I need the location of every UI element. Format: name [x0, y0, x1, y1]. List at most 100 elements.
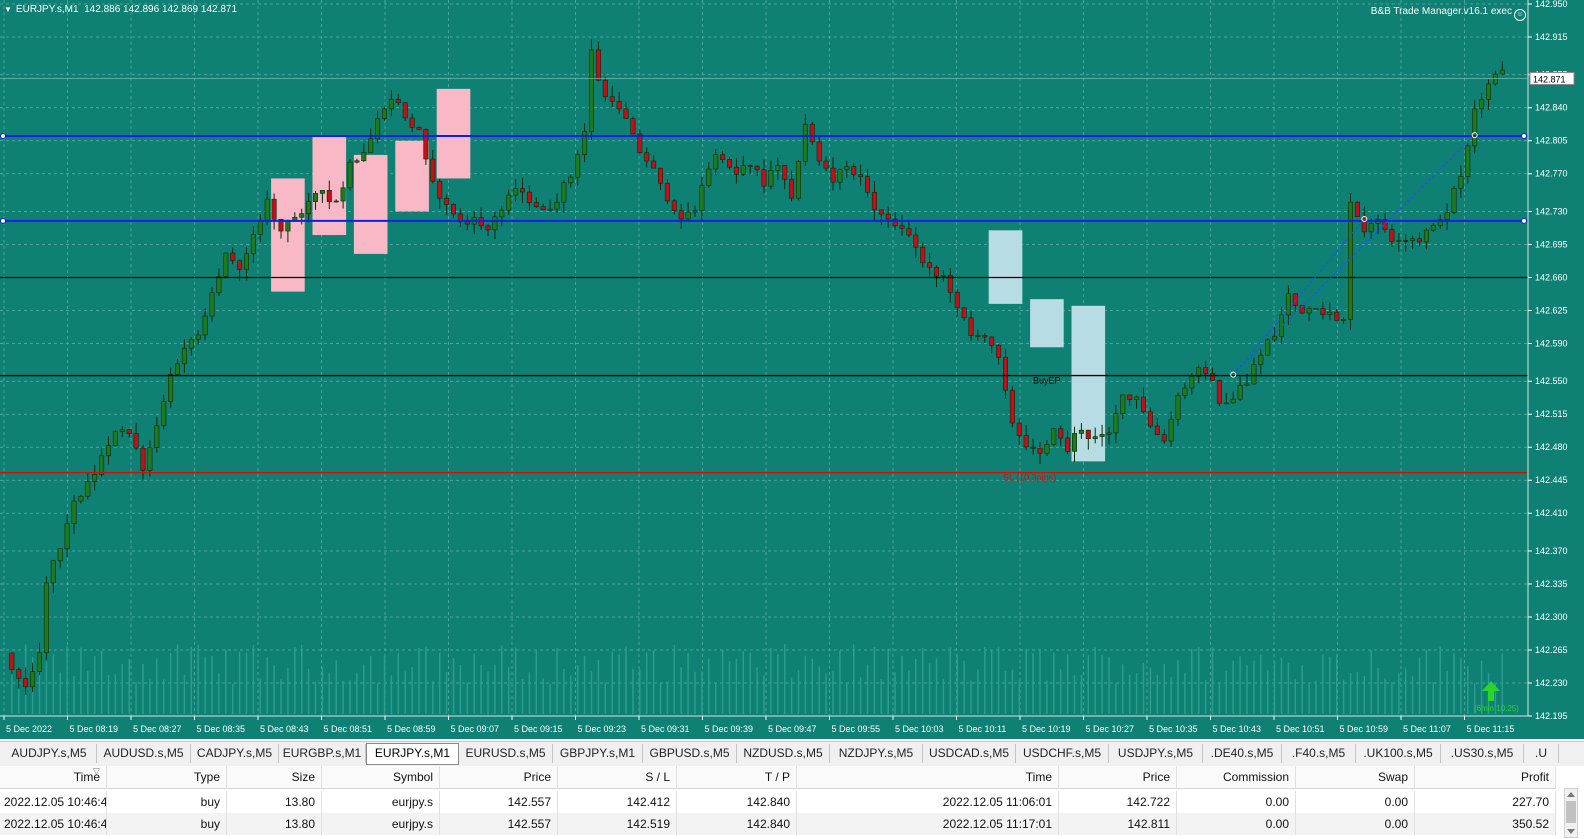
bear-candle [9, 652, 15, 675]
column-header[interactable]: Profit [1415, 766, 1556, 788]
bull-candle [57, 548, 63, 569]
table-row[interactable]: 2022.12.05 10:46:46 buy 13.80 eurjpy.s 142.5… [0, 791, 1556, 814]
scroll-down-icon[interactable] [1567, 829, 1575, 834]
bull-candle [1196, 365, 1202, 384]
bull-candle [1458, 165, 1464, 198]
bear-candle [809, 121, 815, 145]
expert-advisor-label[interactable]: B&B Trade Manager.v16.1 exec ☺ [1371, 6, 1526, 21]
bear-candle [450, 203, 456, 219]
column-header[interactable]: Price [1059, 766, 1177, 788]
chart-header: ▼ EURJPY.s,M1 142.886 142.896 142.869 142… [4, 4, 237, 15]
tab-eurgbp-s-m1[interactable]: EURGBP.s,M1 [279, 744, 366, 763]
bull-candle [361, 143, 367, 162]
column-header[interactable]: Type [107, 766, 227, 788]
tab-f40-s-m5[interactable]: .F40.s,M5 [1282, 744, 1356, 763]
bear-candle [885, 206, 891, 228]
bull-candle [1258, 349, 1264, 374]
bear-candle [23, 667, 29, 695]
tab-us30-s-m5[interactable]: .US30.s,M5 [1441, 744, 1524, 763]
bear-candle [1016, 418, 1022, 446]
scroll-up-icon[interactable] [1567, 792, 1575, 797]
tab-eurusd-s-m5[interactable]: EURUSD.s,M5 [459, 744, 553, 763]
column-header[interactable]: Symbol [322, 766, 440, 788]
bear-candle [402, 102, 408, 122]
bear-candle [437, 178, 443, 209]
time-tick-label: 5 Dec 10:51 [1276, 724, 1325, 734]
demand-zone [988, 230, 1023, 304]
bear-candle [1127, 394, 1133, 406]
tab-nzdjpy-s-m5[interactable]: NZDJPY.s,M5 [830, 744, 923, 763]
tab-usdjpy-s-m5[interactable]: USDJPY.s,M5 [1109, 744, 1203, 763]
current-price-label: 142.871 [1533, 75, 1566, 85]
tab-cadjpy-s-m5[interactable]: CADJPY.s,M5 [191, 744, 279, 763]
bull-candle [36, 642, 42, 676]
column-header[interactable]: Size [227, 766, 322, 788]
bear-candle [1030, 438, 1036, 455]
bear-candle [1141, 387, 1147, 414]
tab-audusd-s-m5[interactable]: AUDUSD.s,M5 [97, 744, 191, 763]
bull-candle [561, 180, 567, 214]
table-cell: 0.00 [1296, 813, 1415, 835]
chart-window[interactable]: 142.810142.720142.660142.556BuyEP142.453… [0, 0, 1584, 739]
bull-candle [692, 205, 698, 218]
tab-usdcad-s-m5[interactable]: USDCAD.s,M5 [923, 744, 1016, 763]
time-tick-label: 5 Dec 10:35 [1149, 724, 1198, 734]
tab-de40-s-m5[interactable]: .DE40.s,M5 [1203, 744, 1282, 763]
time-tick-label: 5 Dec 09:15 [514, 724, 563, 734]
sort-indicator-icon: ▽ [93, 766, 100, 776]
time-tick-label: 5 Dec 09:31 [641, 724, 690, 734]
expert-advisor-name: B&B Trade Manager.v16.1 exec [1370, 6, 1512, 17]
collapse-triangle-icon[interactable]: ▼ [4, 5, 12, 14]
table-cell: 2022.12.05 10:46:46 [0, 791, 107, 813]
tab-eurjpy-s-m1[interactable]: EURJPY.s,M1 [366, 743, 459, 765]
price-tick-label: 142.770 [1535, 169, 1568, 179]
column-header[interactable]: Price [440, 766, 558, 788]
table-scrollbar[interactable] [1564, 788, 1578, 838]
bull-candle [1134, 395, 1140, 409]
bear-candle [609, 85, 615, 108]
price-level-annotation: SL (10.3pips) [1003, 473, 1056, 483]
bear-candle [623, 102, 629, 119]
tab-u[interactable]: .U [1524, 744, 1559, 763]
bull-candle [175, 359, 181, 375]
price-tick-label: 142.480 [1535, 442, 1568, 452]
time-tick-label: 5 Dec 08:59 [387, 724, 436, 734]
bull-candle [940, 270, 946, 282]
tab-uk100-s-m5[interactable]: .UK100.s,M5 [1356, 744, 1441, 763]
column-header[interactable]: Swap [1296, 766, 1415, 788]
bull-candle [499, 205, 505, 227]
bear-candle [878, 209, 884, 225]
price-tick-label: 142.370 [1535, 546, 1568, 556]
bull-candle [1396, 232, 1402, 252]
column-header[interactable]: T / P [677, 766, 797, 788]
green-up-arrow-icon [1482, 681, 1500, 701]
table-cell: 142.840 [677, 813, 797, 835]
bear-candle [830, 157, 836, 191]
bull-candle [306, 192, 312, 223]
time-tick-label: 5 Dec 09:07 [451, 724, 500, 734]
time-tick-label: 5 Dec 10:11 [959, 724, 1007, 734]
table-row[interactable]: 2022.12.05 10:46:46 buy 13.80 eurjpy.s 142.5… [0, 813, 1556, 835]
table-cell: 2022.12.05 11:17:01 [797, 813, 1059, 835]
level-handle [0, 133, 6, 140]
tab-gbpusd-s-m5[interactable]: GBPUSD.s,M5 [643, 744, 737, 763]
bear-candle [733, 158, 739, 184]
tab-gbpjpy-s-m1[interactable]: GBPJPY.s,M1 [553, 744, 643, 763]
tab-nzdusd-s-m5[interactable]: NZDUSD.s,M5 [737, 744, 830, 763]
bear-candle [1216, 379, 1222, 407]
bull-candle [1175, 392, 1181, 426]
column-header[interactable]: Time [0, 766, 107, 788]
column-header[interactable]: S / L [558, 766, 677, 788]
bear-candle [747, 164, 753, 174]
column-header[interactable]: Time [797, 766, 1059, 788]
bar-timer: (6min 10:25) [1474, 704, 1519, 713]
column-header[interactable]: Commission [1177, 766, 1296, 788]
bear-candle [478, 207, 484, 230]
price-chart[interactable]: 142.810142.720142.660142.556BuyEP142.453… [0, 0, 1584, 739]
bear-candle [968, 310, 974, 341]
tab-audjpy-s-m5[interactable]: AUDJPY.s,M5 [2, 744, 97, 763]
tab-usdchf-s-m5[interactable]: USDCHF.s,M5 [1016, 744, 1109, 763]
scrollbar-thumb[interactable] [1566, 801, 1576, 823]
bull-candle [775, 157, 781, 180]
time-axis: 5 Dec 2022 5 Dec 08:19 5 Dec 08:27 5 Dec 08… [0, 715, 1528, 734]
